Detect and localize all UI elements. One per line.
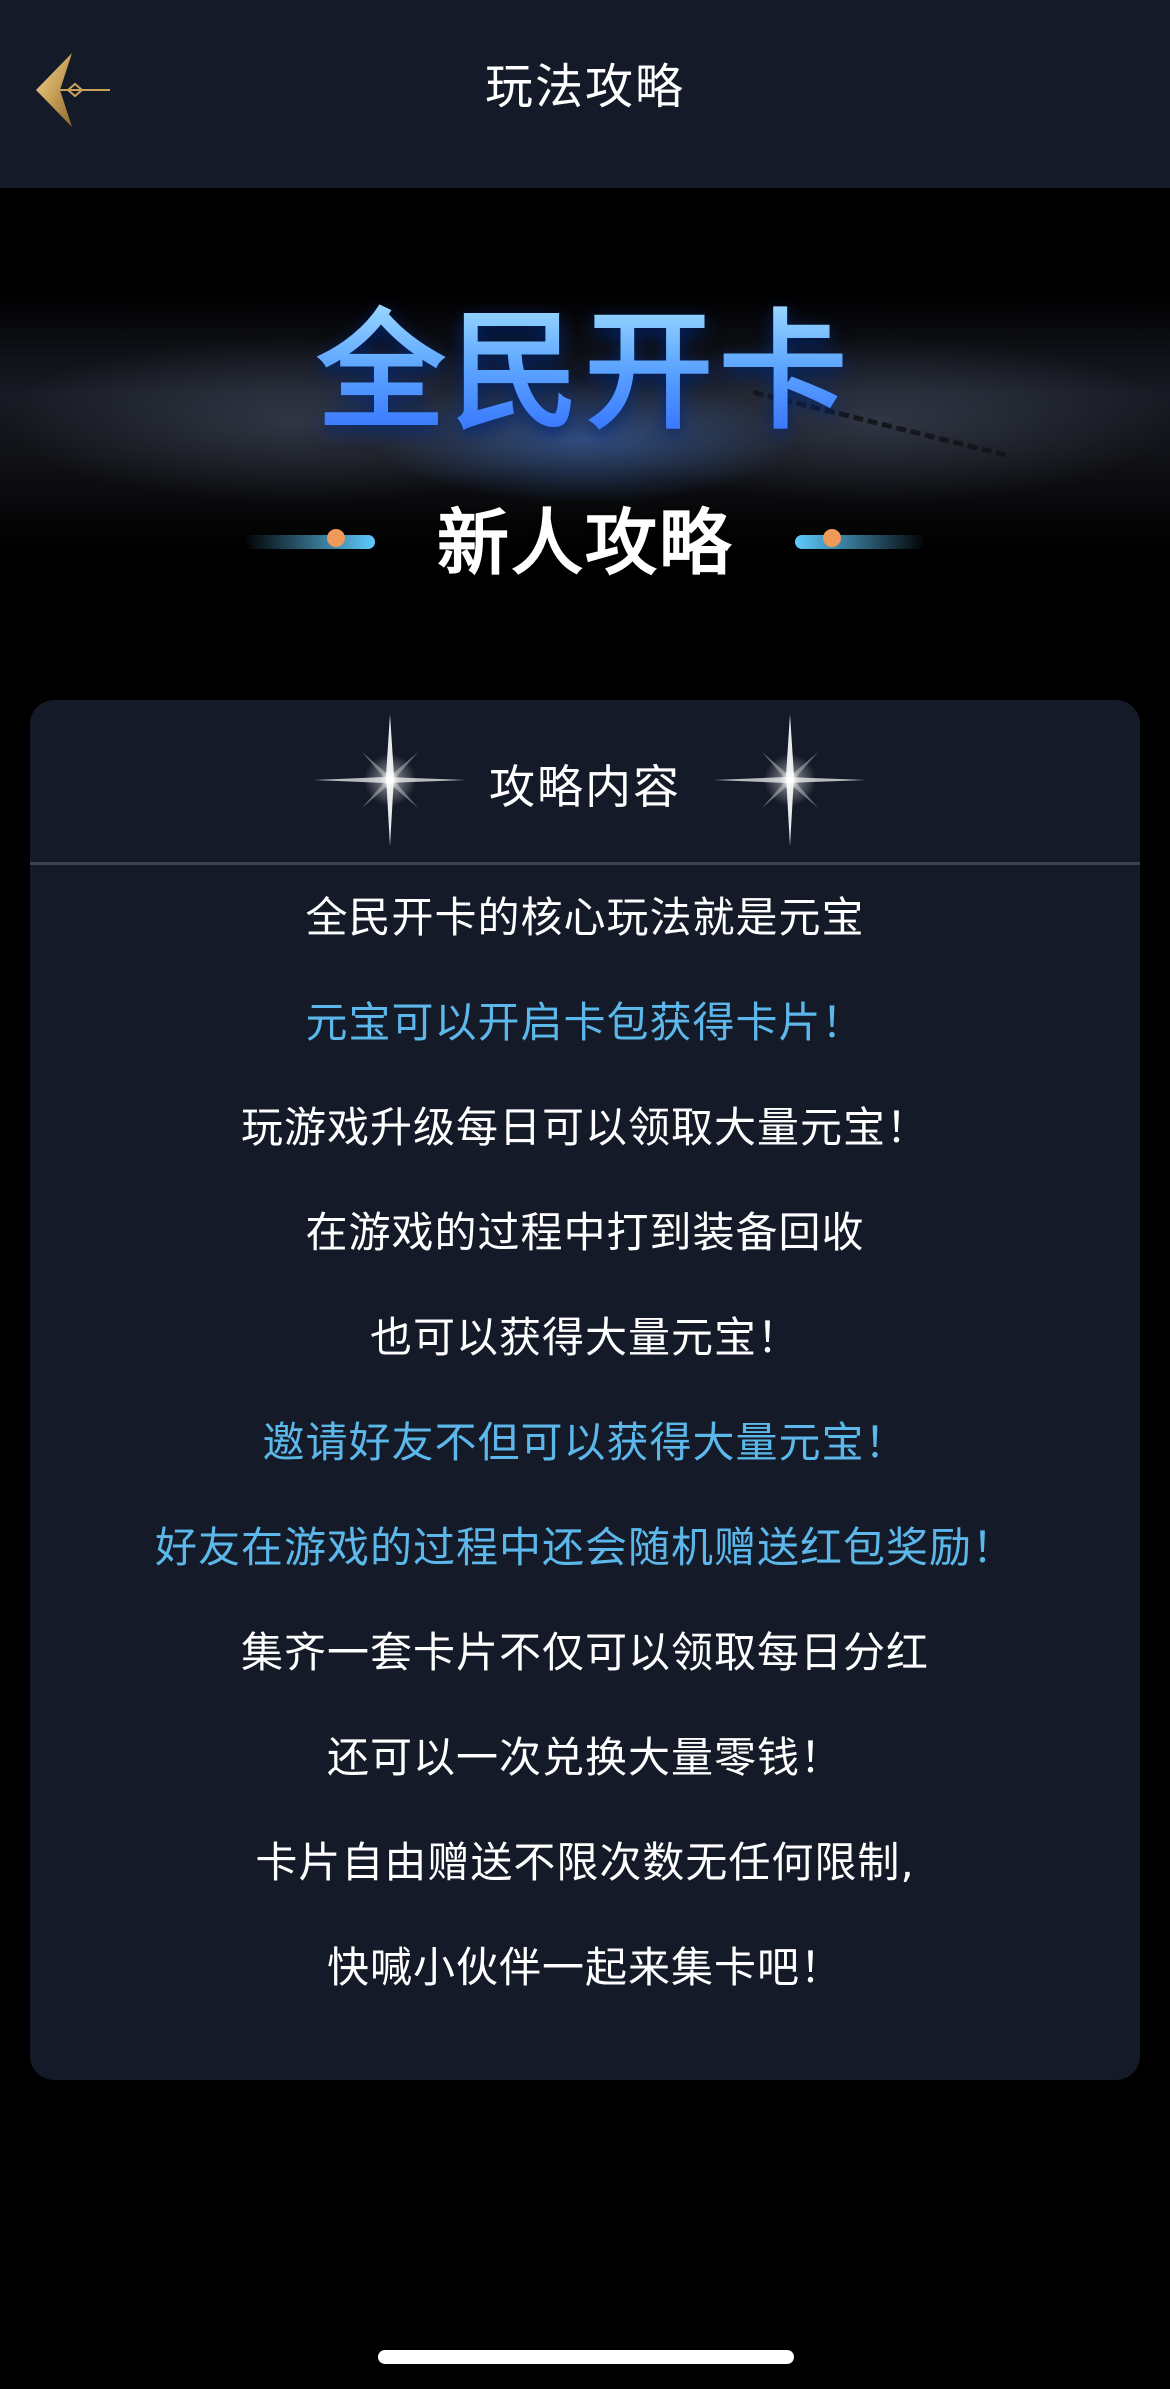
sparkle-icon: [714, 714, 866, 846]
guide-line: 元宝可以开启卡包获得卡片！: [305, 998, 865, 1047]
guide-line: 快喊小伙伴一起来集卡吧！: [326, 1943, 843, 1992]
nav-bar: 玩法攻略: [0, 0, 1170, 188]
guide-line: 集齐一套卡片不仅可以领取每日分红: [240, 1628, 929, 1677]
guide-line: 也可以获得大量元宝！: [369, 1313, 800, 1362]
guide-line: 还可以一次兑换大量零钱！: [326, 1733, 843, 1782]
banner-subtitle: 新人攻略: [436, 501, 733, 585]
guide-line: 在游戏的过程中打到装备回收: [305, 1208, 865, 1257]
guide-line: 卡片自由赠送不限次数无任何限制,: [255, 1838, 915, 1887]
guide-line: 好友在游戏的过程中还会随机赠送红包奖励！: [154, 1523, 1015, 1572]
guide-line: 全民开卡的核心玩法就是元宝: [305, 893, 865, 942]
page-title: 玩法攻略: [484, 59, 685, 115]
home-indicator[interactable]: [378, 2350, 794, 2364]
banner-right-dot: [823, 529, 841, 547]
guide-card: 攻略内容 全民开卡的核心玩法就是元宝 元宝可以开启卡包获得卡片！ 玩游戏升级每日…: [30, 700, 1140, 2080]
guide-line: 邀请好友不但可以获得大量元宝！: [262, 1418, 908, 1467]
guide-line: 玩游戏升级每日可以领取大量元宝！: [240, 1103, 929, 1152]
banner-right-decoration: [795, 535, 925, 549]
card-header: 攻略内容: [30, 700, 1140, 865]
guide-content: 全民开卡的核心玩法就是元宝 元宝可以开启卡包获得卡片！ 玩游戏升级每日可以领取大…: [30, 865, 1140, 2020]
hero-banner: 全民开卡 全民开卡 新人攻略: [0, 270, 1170, 610]
banner-title: 全民开卡: [0, 298, 1170, 448]
card-title: 攻略内容: [489, 760, 681, 814]
